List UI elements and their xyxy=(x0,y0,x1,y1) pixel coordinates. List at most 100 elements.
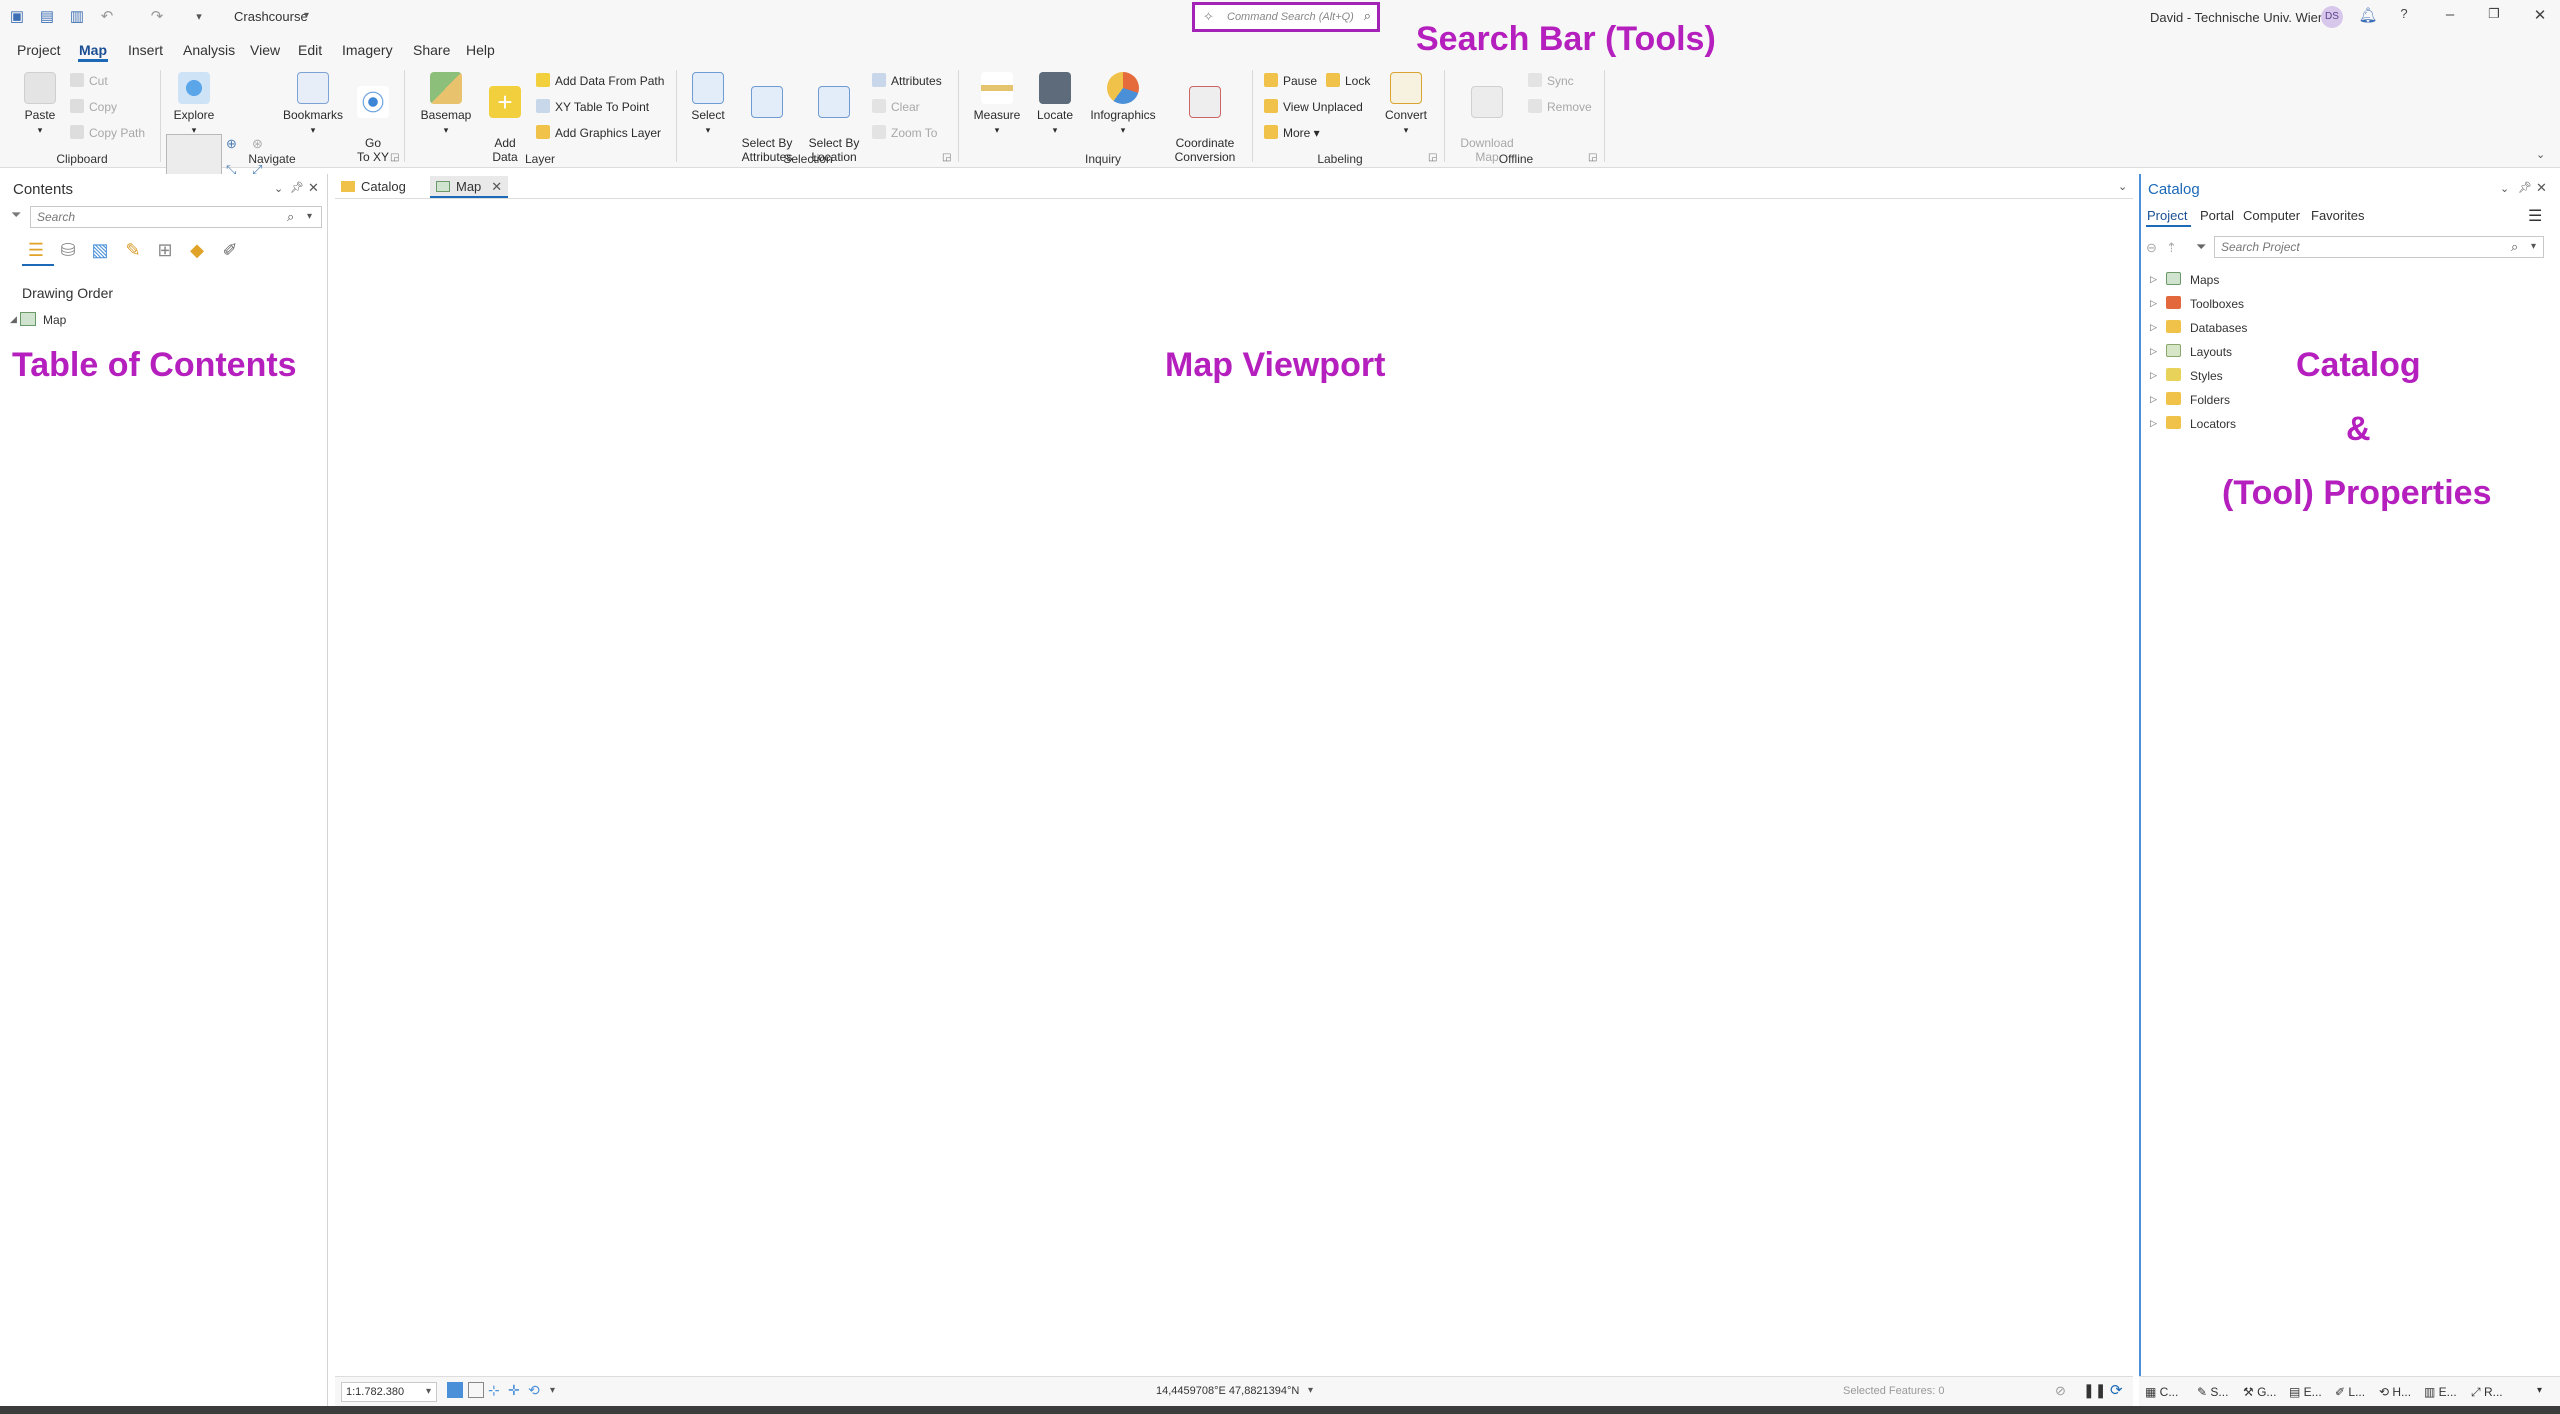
minimize-icon[interactable]: – xyxy=(2438,6,2462,23)
pane-tab-e2[interactable]: ▥ E... xyxy=(2424,1385,2457,1399)
catalog-item-styles[interactable]: Styles xyxy=(2190,369,2223,383)
filter-icon[interactable]: ⏷ xyxy=(11,207,21,223)
expand-arrow-icon[interactable]: ▷ xyxy=(2150,394,2157,405)
tab-share[interactable]: Share xyxy=(413,42,450,58)
pin-icon[interactable]: 📌︎ xyxy=(2518,181,2532,194)
download-map-button[interactable]: Download Map xyxy=(1456,72,1518,164)
chevron-down-icon[interactable]: ▾ xyxy=(307,211,312,222)
view-unplaced-button[interactable]: View Unplaced xyxy=(1264,98,1363,116)
bookmarks-button[interactable]: Bookmarks ▾ xyxy=(280,72,346,137)
collapse-arrow-icon[interactable]: ◢ xyxy=(10,314,17,325)
tab-map[interactable]: Map xyxy=(79,42,107,58)
go-to-xy-button[interactable]: Go To XY xyxy=(354,72,392,164)
pane-tab-symbology[interactable]: ✎ S... xyxy=(2197,1385,2228,1399)
tab-insert[interactable]: Insert xyxy=(128,42,163,58)
expand-arrow-icon[interactable]: ▷ xyxy=(2150,322,2157,333)
catalog-search-input[interactable]: Search Project ⌕ ▾ xyxy=(2214,236,2544,258)
tab-portal[interactable]: Portal xyxy=(2200,208,2234,223)
tab-catalog[interactable]: Catalog xyxy=(335,176,412,198)
redo-icon[interactable]: ↷ xyxy=(148,8,166,26)
scale-selector[interactable]: 1:1.782.380 ▾ xyxy=(341,1382,437,1402)
pause-drawing-icon[interactable]: ❚❚ xyxy=(2083,1382,2106,1399)
list-by-labeling-icon[interactable]: ◆ xyxy=(187,240,207,260)
search-icon[interactable]: ⌕ xyxy=(1364,8,1371,24)
map-navigator-icon[interactable] xyxy=(447,1382,463,1398)
up-folder-icon[interactable]: ⇡ xyxy=(2166,240,2177,256)
coordinate-conversion-button[interactable]: Coordinate Conversion xyxy=(1168,72,1242,164)
close-icon[interactable]: ✕ xyxy=(491,179,502,194)
sync-button[interactable]: Sync xyxy=(1528,72,1574,90)
xy-table-to-point-button[interactable]: XY Table To Point xyxy=(536,98,649,116)
crosshair-icon[interactable]: ✛ xyxy=(508,1382,520,1399)
refresh-icon[interactable]: ⟳ xyxy=(2110,1381,2123,1399)
save-project-icon[interactable]: ▥ xyxy=(68,8,86,26)
search-icon[interactable]: ⌕ xyxy=(2511,239,2518,255)
pause-labeling-button[interactable]: Pause xyxy=(1264,72,1317,90)
pane-tab-e1[interactable]: ▤ E... xyxy=(2289,1385,2322,1399)
cut-button[interactable]: Cut xyxy=(70,72,108,90)
add-data-button[interactable]: + Add Data xyxy=(484,72,526,164)
tab-favorites[interactable]: Favorites xyxy=(2311,208,2364,223)
rotation-icon[interactable]: ⟲ xyxy=(528,1382,540,1399)
select-button[interactable]: Select ▾ xyxy=(688,72,728,137)
chevron-down-icon[interactable]: ▾ xyxy=(304,10,309,21)
convert-button[interactable]: Convert ▾ xyxy=(1382,72,1430,137)
infographics-button[interactable]: Infographics ▾ xyxy=(1086,72,1160,137)
customize-quick-access-icon[interactable]: ▾ xyxy=(190,8,208,26)
catalog-item-maps[interactable]: Maps xyxy=(2190,273,2219,287)
zoom-to-selection-button[interactable]: Zoom To xyxy=(872,124,937,142)
list-by-perspective-icon[interactable]: ✐ xyxy=(220,240,240,260)
collapse-ribbon-icon[interactable]: ⌄ xyxy=(2536,148,2545,161)
navigate-options-icon[interactable]: ◲ xyxy=(390,152,399,163)
measure-button[interactable]: Measure ▾ xyxy=(970,72,1024,137)
copy-path-button[interactable]: Copy Path xyxy=(70,124,145,142)
new-project-icon[interactable]: ▣ xyxy=(8,8,26,26)
list-by-snapping-icon[interactable]: ⊞ xyxy=(155,240,175,260)
expand-arrow-icon[interactable]: ▷ xyxy=(2150,418,2157,429)
chevron-down-icon[interactable]: ▾ xyxy=(2531,241,2536,252)
chevron-down-icon[interactable]: ▾ xyxy=(550,1385,555,1396)
menu-icon[interactable]: ☰ xyxy=(2528,206,2542,226)
pin-icon[interactable]: 📌︎ xyxy=(290,181,304,194)
avatar[interactable]: DS xyxy=(2321,6,2343,28)
attributes-button[interactable]: Attributes xyxy=(872,72,942,90)
remove-button[interactable]: Remove xyxy=(1528,98,1592,116)
pane-tab-history[interactable]: ⟲ H... xyxy=(2379,1385,2411,1399)
add-data-from-path-button[interactable]: Add Data From Path xyxy=(536,72,664,90)
coordinate-format-dropdown[interactable]: ▾ xyxy=(1308,1385,1313,1396)
pane-tab-r[interactable]: ⤢ R... xyxy=(2471,1385,2503,1400)
close-icon[interactable]: ✕ xyxy=(2536,180,2547,196)
help-icon[interactable]: ? xyxy=(2392,6,2416,21)
pane-tab-l[interactable]: ✐ L... xyxy=(2335,1385,2365,1399)
tab-list-icon[interactable]: ⌄ xyxy=(2118,180,2127,193)
catalog-item-toolboxes[interactable]: Toolboxes xyxy=(2190,297,2244,311)
close-icon[interactable]: ✕ xyxy=(308,180,319,196)
lock-labels-button[interactable]: Lock xyxy=(1326,72,1370,90)
pane-tab-catalog[interactable]: ▦ C... xyxy=(2145,1385,2178,1399)
offline-options-icon[interactable]: ◲ xyxy=(1588,152,1597,163)
pane-options-icon[interactable]: ⌄ xyxy=(274,182,283,195)
full-extent-icon[interactable]: ⊕ xyxy=(226,136,237,152)
filter-icon[interactable]: ⏷ xyxy=(2196,239,2206,255)
select-by-location-button[interactable]: Select By Location xyxy=(806,72,862,164)
clear-selection-button[interactable]: Clear xyxy=(872,98,920,116)
paste-button[interactable]: Paste ▾ xyxy=(20,72,60,137)
tab-map[interactable]: Map ✕ xyxy=(430,176,509,198)
snapping-icon[interactable]: ⊹ xyxy=(488,1382,500,1399)
basemap-button[interactable]: Basemap ▾ xyxy=(418,72,474,137)
undo-icon[interactable]: ↶ xyxy=(98,8,116,26)
labeling-options-icon[interactable]: ◲ xyxy=(1428,152,1437,163)
chevron-down-icon[interactable]: ▾ xyxy=(2537,1385,2542,1396)
more-labeling-button[interactable]: More ▾ xyxy=(1264,124,1320,142)
expand-arrow-icon[interactable]: ▷ xyxy=(2150,298,2157,309)
close-icon[interactable]: ✕ xyxy=(2528,6,2552,24)
catalog-item-layouts[interactable]: Layouts xyxy=(2190,345,2232,359)
add-graphics-layer-button[interactable]: Add Graphics Layer xyxy=(536,124,661,142)
back-icon[interactable]: ⊖ xyxy=(2146,240,2157,256)
catalog-item-folders[interactable]: Folders xyxy=(2190,393,2230,407)
pane-tab-geoprocessing[interactable]: ⚒ G... xyxy=(2243,1385,2276,1399)
list-by-source-icon[interactable]: ⛁ xyxy=(58,240,78,260)
grid-icon[interactable] xyxy=(468,1382,484,1398)
command-search-input[interactable]: ✧ Command Search (Alt+Q) ⌕ xyxy=(1192,2,1380,32)
tab-imagery[interactable]: Imagery xyxy=(342,42,393,58)
